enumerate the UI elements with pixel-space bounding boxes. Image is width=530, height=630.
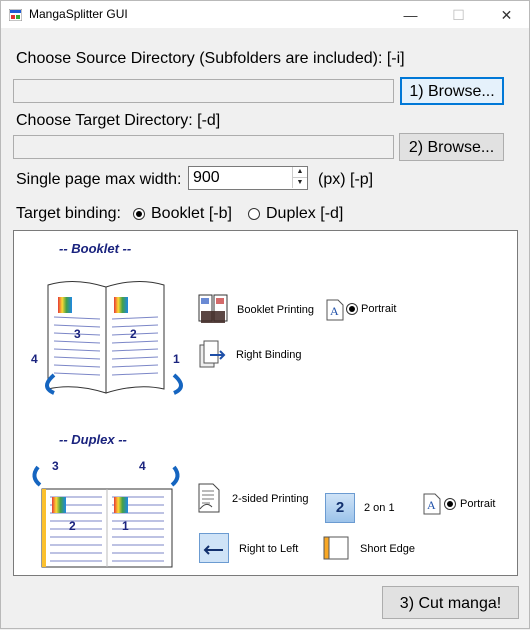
duplex-title: -- Duplex --: [59, 432, 127, 447]
right-to-left-label: Right to Left: [239, 543, 299, 555]
short-edge-label: Short Edge: [360, 543, 416, 555]
window-title: MangaSplitter GUI: [29, 7, 128, 21]
right-binding-icon: [199, 340, 226, 368]
booklet-printing-label: Booklet Printing: [237, 304, 315, 316]
two-sided-printing-icon: [198, 483, 220, 513]
max-width-stepper[interactable]: 900 ▲ ▼: [188, 166, 308, 190]
binding-illustration: -- Booklet -- 3 2 4 1 Booklet Printing A…: [13, 230, 518, 576]
duplex-page-left: 2: [69, 519, 76, 533]
minimize-button[interactable]: —: [388, 1, 433, 29]
booklet-corner-right: 1: [173, 352, 180, 366]
duplex-radio[interactable]: [248, 208, 260, 220]
svg-text:A: A: [427, 498, 436, 512]
booklet-printing-icon: [198, 294, 228, 323]
booklet-radio[interactable]: [133, 208, 145, 220]
spin-up-icon[interactable]: ▲: [292, 167, 307, 178]
duplex-radio-label[interactable]: Duplex [-d]: [266, 205, 343, 223]
title-bar: MangaSplitter GUI — ☐ ✕: [0, 0, 530, 29]
source-browse-button[interactable]: 1) Browse...: [400, 77, 504, 105]
target-directory-label: Choose Target Directory: [-d]: [16, 112, 221, 129]
close-button[interactable]: ✕: [484, 1, 529, 29]
booklet-title: -- Booklet --: [59, 241, 132, 256]
booklet-book-icon: [45, 281, 183, 395]
duplex-portrait-icon: A: [423, 493, 441, 515]
two-sided-printing-label: 2-sided Printing: [232, 493, 309, 505]
pages-per-sheet-icon: 2: [325, 493, 355, 523]
booklet-page-left: 3: [74, 327, 81, 341]
short-edge-icon: [323, 536, 349, 560]
target-browse-button[interactable]: 2) Browse...: [399, 133, 504, 161]
right-binding-label: Right Binding: [236, 349, 302, 361]
source-directory-field[interactable]: [13, 79, 394, 103]
max-width-unit: (px) [-p]: [318, 171, 374, 188]
duplex-sheet-icon: [32, 465, 180, 568]
booklet-page-right: 2: [130, 327, 137, 341]
cut-manga-button[interactable]: 3) Cut manga!: [382, 586, 519, 619]
spin-down-icon[interactable]: ▼: [292, 178, 307, 188]
maximize-button[interactable]: ☐: [436, 1, 481, 29]
booklet-radio-label[interactable]: Booklet [-b]: [151, 205, 232, 223]
right-to-left-icon: [199, 533, 229, 563]
booklet-portrait-radio: [346, 303, 358, 315]
duplex-page-right: 1: [122, 519, 129, 533]
binding-label: Target binding:: [16, 205, 121, 222]
duplex-portrait-radio: [444, 498, 456, 510]
source-directory-label: Choose Source Directory (Subfolders are …: [16, 50, 405, 67]
portrait-icon: A: [326, 299, 344, 321]
booklet-corner-left: 4: [31, 352, 38, 366]
target-directory-field[interactable]: [13, 135, 394, 159]
duplex-orientation-label: Portrait: [460, 498, 496, 510]
duplex-corner-left: 3: [52, 459, 59, 473]
app-icon: [9, 9, 22, 21]
pages-per-sheet-label: 2 on 1: [364, 502, 395, 514]
duplex-corner-right: 4: [139, 459, 146, 473]
svg-text:A: A: [330, 304, 339, 318]
max-width-label: Single page max width:: [16, 171, 182, 188]
booklet-orientation-label: Portrait: [361, 303, 397, 315]
max-width-value: 900: [193, 169, 220, 186]
